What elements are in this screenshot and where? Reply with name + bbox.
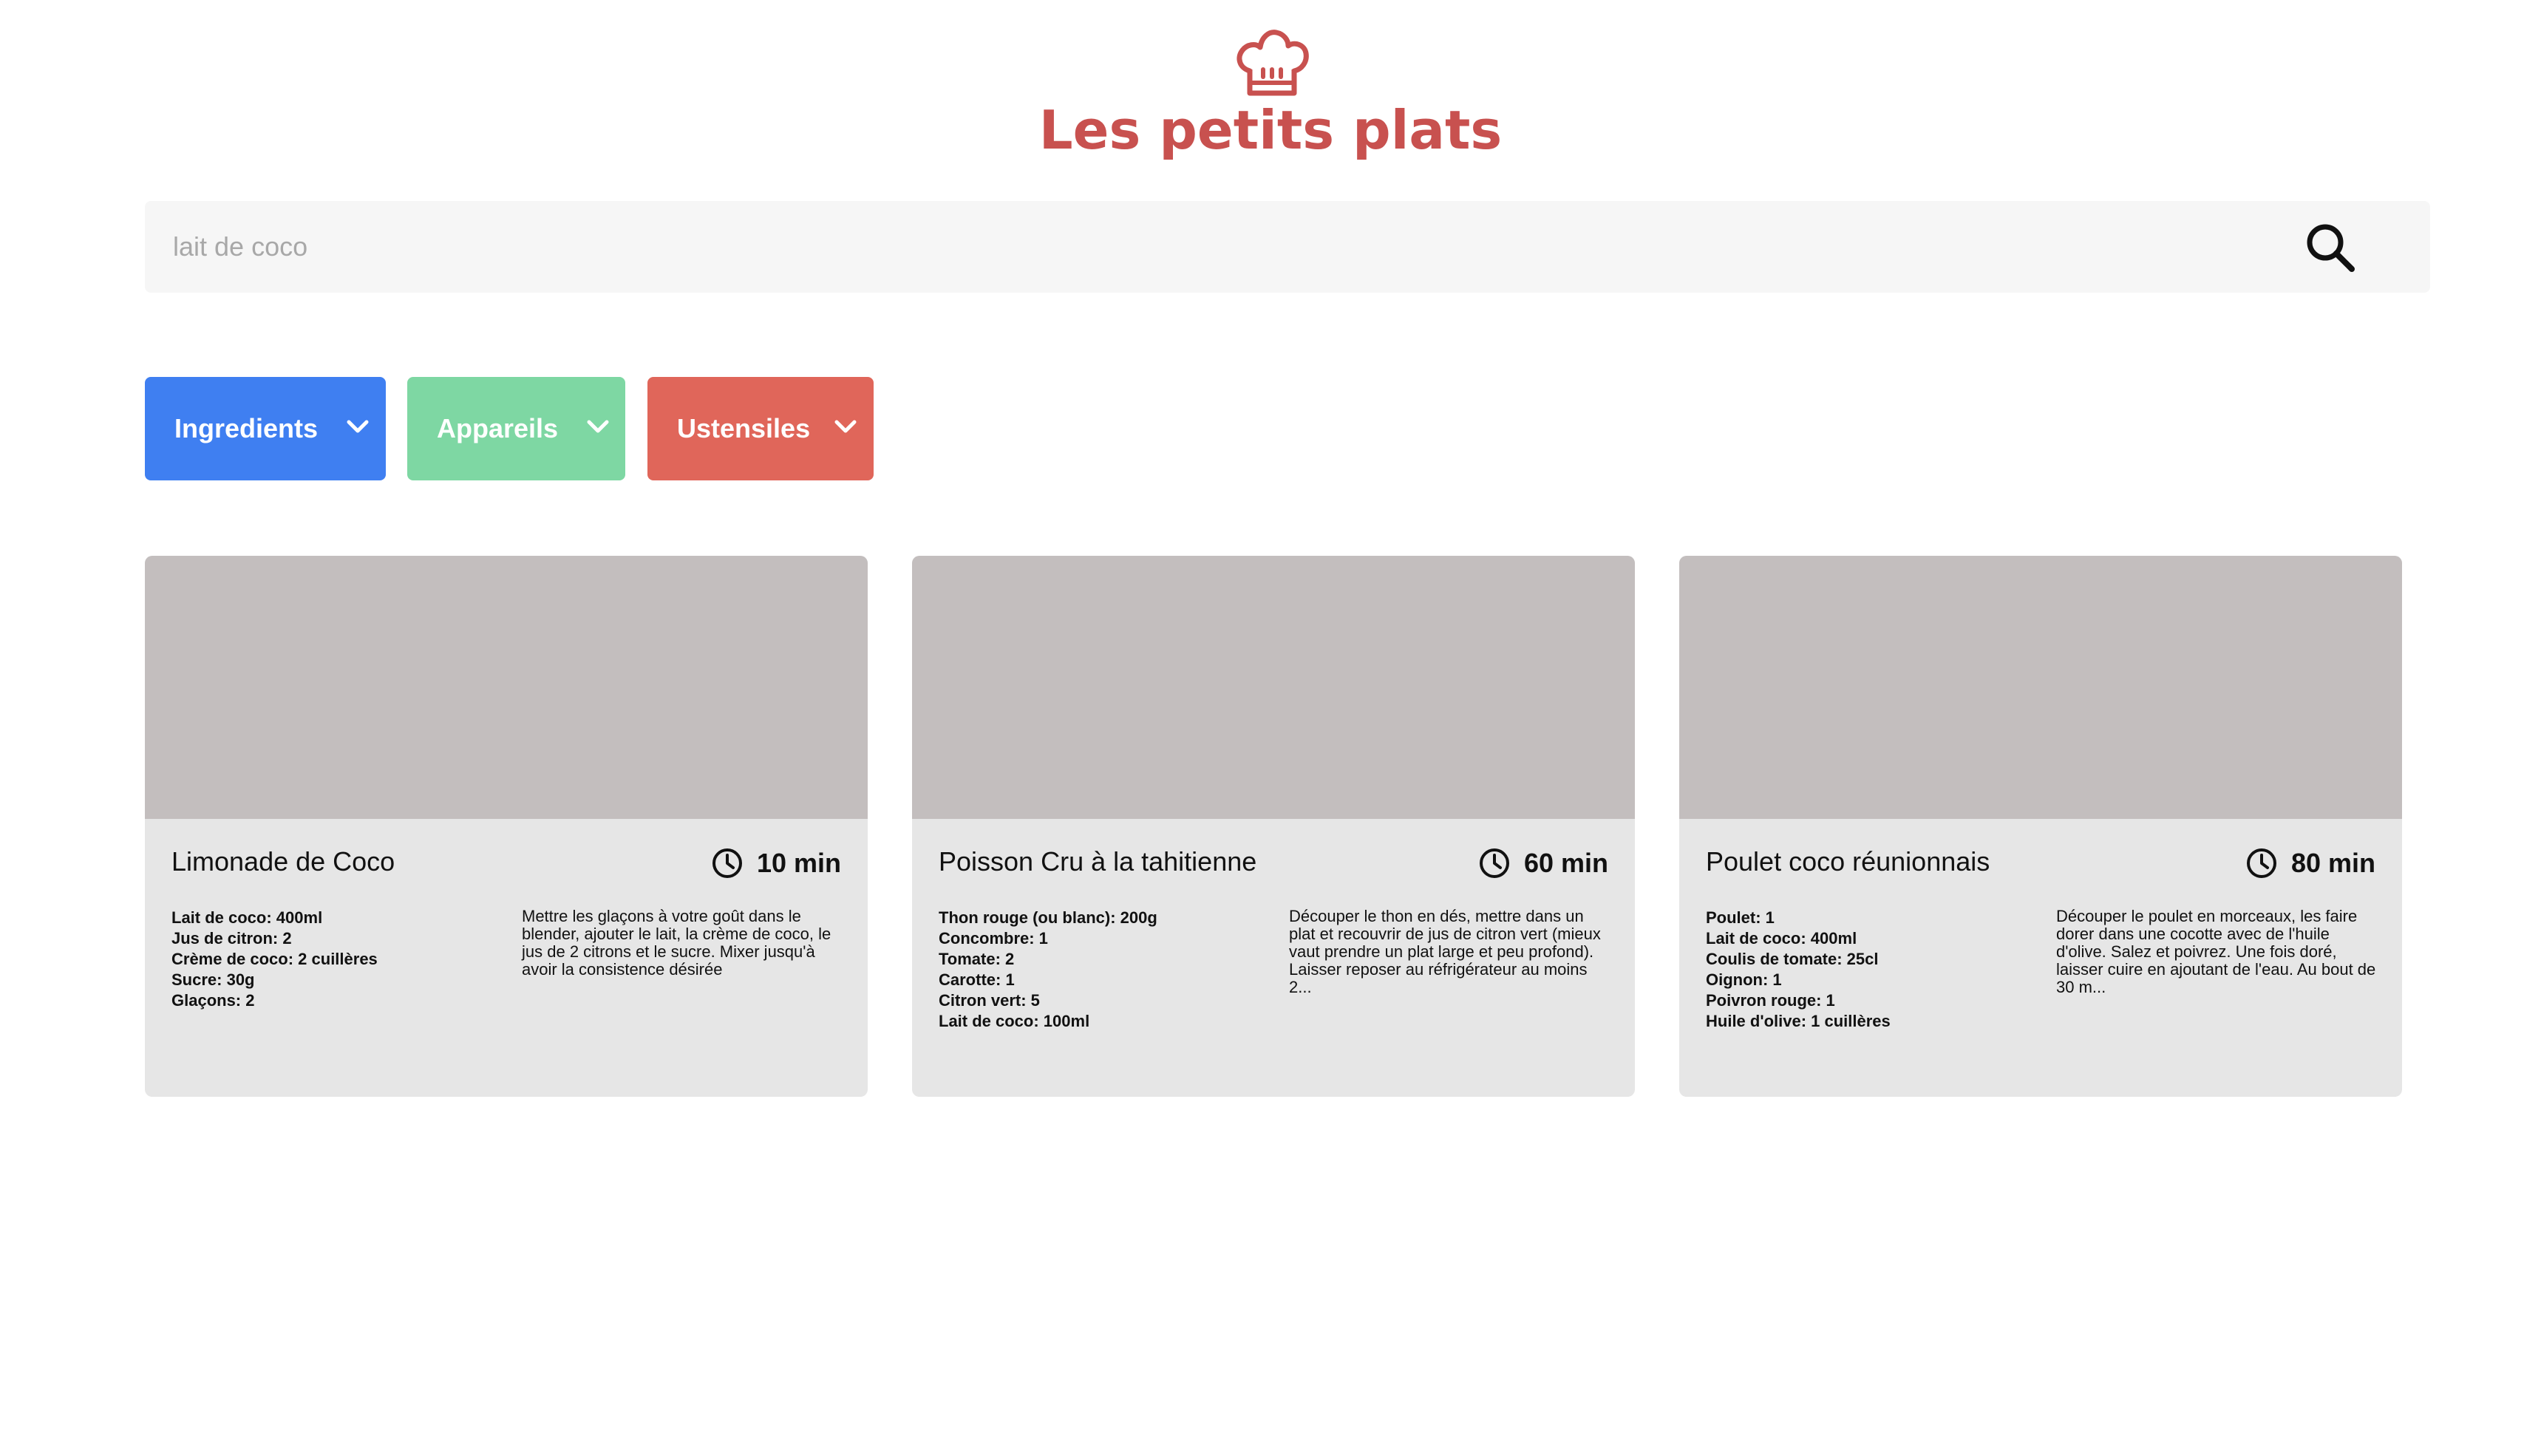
- filter-label: Ustensiles: [677, 413, 811, 443]
- ingredient-item: Tomate: 2: [939, 950, 1015, 968]
- ingredient-list: Thon rouge (ou blanc): 200g Concombre: 1…: [939, 908, 1264, 1032]
- recipe-image-placeholder: [912, 556, 1635, 819]
- recipe-description: Découper le thon en dés, mettre dans un …: [1289, 907, 1601, 996]
- recipe-title: Poisson Cru à la tahitienne: [939, 846, 1257, 877]
- recipe-time: 10 min: [711, 846, 841, 881]
- ingredient-list: Lait de coco: 400ml Jus de citron: 2 Crè…: [171, 908, 497, 1011]
- time-text: 80 min: [2290, 848, 2375, 878]
- ingredient-item: Sucre: 30g: [171, 970, 255, 989]
- ingredient-list: Poulet: 1 Lait de coco: 400ml Coulis de …: [1706, 908, 2031, 1032]
- time-text: 60 min: [1523, 848, 1608, 878]
- ingredient-item: Coulis de tomate: 25cl: [1706, 950, 1879, 968]
- chevron-down-icon: [834, 420, 857, 433]
- recipe-description: Découper le poulet en morceaux, les fair…: [2056, 907, 2376, 996]
- clock-icon: [712, 848, 742, 878]
- clock-icon: [2246, 848, 2276, 878]
- time-text: 10 min: [756, 848, 841, 878]
- ingredient-item: Lait de coco: 100ml: [939, 1012, 1090, 1030]
- filter-label: Ingredients: [174, 413, 319, 443]
- search-input[interactable]: [173, 201, 2242, 293]
- filter-ustensiles-dropdown[interactable]: Ustensiles: [647, 377, 874, 480]
- recipe-title: Limonade de Coco: [171, 846, 395, 877]
- ingredient-item: Thon rouge (ou blanc): 200g: [939, 908, 1157, 927]
- recipe-title: Poulet coco réunionnais: [1706, 846, 1990, 877]
- page: Les petits plats Ingredients Appareils U…: [0, 0, 2541, 1456]
- site-title: Les petits plats: [1038, 99, 1503, 161]
- chevron-down-icon: [347, 420, 369, 433]
- filter-appareils-dropdown[interactable]: Appareils: [407, 377, 625, 480]
- ingredient-item: Carotte: 1: [939, 970, 1015, 989]
- filter-ingredients-dropdown[interactable]: Ingredients: [145, 377, 386, 480]
- recipe-description: Mettre les glaçons à votre goût dans le …: [522, 907, 831, 979]
- ingredient-item: Oignon: 1: [1706, 970, 1782, 989]
- recipe-time: 80 min: [2245, 846, 2375, 881]
- ingredient-item: Jus de citron: 2: [171, 929, 292, 948]
- header: Les petits plats: [0, 22, 2541, 170]
- ingredient-item: Crème de coco: 2 cuillères: [171, 950, 378, 968]
- ingredient-item: Lait de coco: 400ml: [171, 908, 323, 927]
- ingredient-item: Citron vert: 5: [939, 991, 1040, 1010]
- ingredient-item: Huile d'olive: 1 cuillères: [1706, 1012, 1891, 1030]
- ingredient-item: Concombre: 1: [939, 929, 1048, 948]
- search-bar: [145, 201, 2430, 293]
- recipe-card[interactable]: Poisson Cru à la tahitienne 60 min Thon …: [912, 556, 1635, 1097]
- ingredient-item: Poivron rouge: 1: [1706, 991, 1835, 1010]
- ingredient-item: Lait de coco: 400ml: [1706, 929, 1857, 948]
- chevron-down-icon: [587, 420, 609, 433]
- chef-hat-icon: [1237, 30, 1309, 96]
- recipe-card[interactable]: Limonade de Coco 10 min Lait de coco: 40…: [145, 556, 868, 1097]
- recipe-card[interactable]: Poulet coco réunionnais 80 min Poulet: 1…: [1679, 556, 2402, 1097]
- ingredient-item: Glaçons: 2: [171, 991, 255, 1010]
- recipe-image-placeholder: [145, 556, 868, 819]
- ingredient-item: Poulet: 1: [1706, 908, 1775, 927]
- recipe-time: 60 min: [1478, 846, 1608, 881]
- filter-label: Appareils: [437, 413, 559, 443]
- recipe-image-placeholder: [1679, 556, 2402, 819]
- search-icon[interactable]: [2303, 220, 2358, 275]
- clock-icon: [1479, 848, 1509, 878]
